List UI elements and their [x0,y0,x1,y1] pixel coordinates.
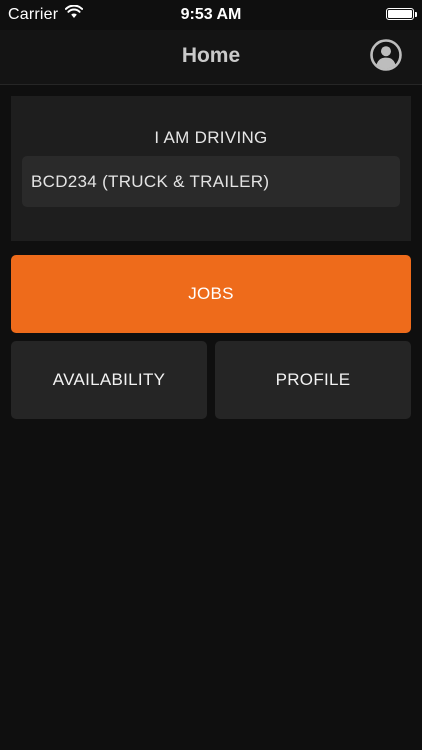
battery-fill [388,10,412,18]
driving-card: I AM DRIVING BCD234 (TRUCK & TRAILER) [11,96,411,241]
battery-icon [386,8,414,20]
navigation-bar: Home [0,30,422,85]
jobs-button[interactable]: JOBS [11,255,411,333]
user-circle-icon[interactable] [370,39,402,71]
status-bar: Carrier 9:53 AM [0,0,422,30]
availability-button[interactable]: AVAILABILITY [11,341,207,419]
profile-button[interactable]: PROFILE [215,341,411,419]
app-screen: Carrier 9:53 AM Home I AM DRIVING BCD234… [0,0,422,750]
vehicle-selector[interactable]: BCD234 (TRUCK & TRAILER) [22,156,400,207]
page-title: Home [181,44,241,67]
driving-label: I AM DRIVING [154,128,268,147]
battery-tip [415,12,417,17]
status-time: 9:53 AM [180,6,242,23]
